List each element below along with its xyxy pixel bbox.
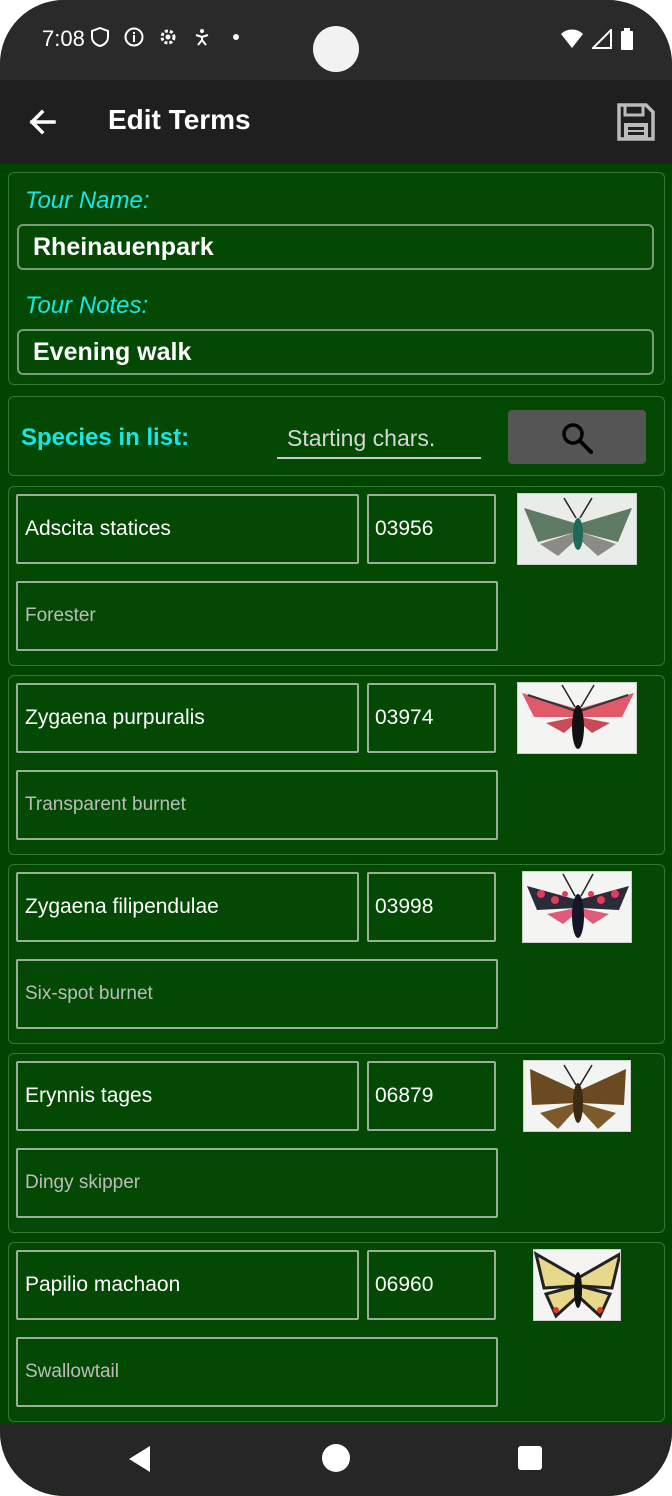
- tour-name-field[interactable]: Rheinauenpark: [17, 224, 654, 270]
- gear-icon: [158, 27, 178, 47]
- shield-icon: [90, 26, 110, 48]
- save-button[interactable]: [616, 102, 656, 142]
- tour-panel: Tour Name: Rheinauenpark Tour Notes: Eve…: [8, 172, 665, 385]
- species-in-list-label: Species in list:: [21, 424, 190, 451]
- status-icons-left: [90, 26, 246, 48]
- triangle-back-icon[interactable]: [126, 1444, 154, 1479]
- species-search-panel: Species in list:: [8, 396, 665, 476]
- species-card: Adscita statices 03956 Forester: [8, 486, 665, 666]
- species-thumbnail[interactable]: [522, 871, 632, 943]
- common-name-field[interactable]: Transparent burnet: [16, 770, 498, 840]
- species-thumbnail[interactable]: [517, 493, 637, 565]
- accessibility-icon: [192, 27, 212, 47]
- camera-cutout: [313, 26, 359, 72]
- square-recents-icon[interactable]: [518, 1446, 542, 1470]
- butterfly-image-icon: [534, 1251, 620, 1319]
- app-screen: 7:08 Edit Terms Tour Name: Rheinauenpark…: [0, 0, 672, 1496]
- moth-image-icon: [522, 684, 634, 749]
- status-time: 7:08: [42, 26, 85, 51]
- search-input[interactable]: [277, 419, 481, 459]
- species-code-field[interactable]: 06879: [367, 1061, 496, 1131]
- wifi-icon: [560, 29, 584, 54]
- species-card: Zygaena purpuralis 03974 Transparent bur…: [8, 675, 665, 855]
- system-nav-bar: [0, 1424, 672, 1496]
- tour-notes-label: Tour Notes:: [25, 292, 149, 319]
- info-icon: [124, 27, 144, 47]
- signal-icon: [590, 27, 612, 54]
- circle-home-icon[interactable]: [322, 1444, 350, 1472]
- moth-image-icon: [527, 873, 629, 938]
- dot-icon: [226, 27, 246, 47]
- battery-icon: [620, 28, 634, 55]
- scientific-name-field[interactable]: Papilio machaon: [16, 1250, 359, 1320]
- floppy-disk-icon: [617, 103, 655, 141]
- butterfly-image-icon: [530, 1064, 626, 1129]
- moth-image-icon: [524, 497, 632, 556]
- species-card: Zygaena filipendulae 03998 Six-spot burn…: [8, 864, 665, 1044]
- species-card: Papilio machaon 06960 Swallowtail: [8, 1242, 665, 1422]
- scientific-name-field[interactable]: Zygaena purpuralis: [16, 683, 359, 753]
- species-thumbnail[interactable]: [533, 1249, 621, 1321]
- arrow-left-icon: [29, 109, 56, 135]
- status-bar: 7:08: [0, 0, 672, 80]
- species-code-field[interactable]: 03974: [367, 683, 496, 753]
- common-name-field[interactable]: Six-spot burnet: [16, 959, 498, 1029]
- species-code-field[interactable]: 06960: [367, 1250, 496, 1320]
- scientific-name-field[interactable]: Erynnis tages: [16, 1061, 359, 1131]
- app-bar: Edit Terms: [0, 80, 672, 164]
- search-button[interactable]: [508, 410, 646, 464]
- search-icon: [562, 423, 593, 454]
- common-name-field[interactable]: Forester: [16, 581, 498, 651]
- species-code-field[interactable]: 03956: [367, 494, 496, 564]
- tour-name-label: Tour Name:: [25, 187, 150, 214]
- common-name-field[interactable]: Dingy skipper: [16, 1148, 498, 1218]
- species-thumbnail[interactable]: [523, 1060, 631, 1132]
- back-button[interactable]: [22, 100, 66, 144]
- scientific-name-field[interactable]: Zygaena filipendulae: [16, 872, 359, 942]
- common-name-field[interactable]: Swallowtail: [16, 1337, 498, 1407]
- species-thumbnail[interactable]: [517, 682, 637, 754]
- scientific-name-field[interactable]: Adscita statices: [16, 494, 359, 564]
- species-code-field[interactable]: 03998: [367, 872, 496, 942]
- tour-notes-field[interactable]: Evening walk: [17, 329, 654, 375]
- species-card: Erynnis tages 06879 Dingy skipper: [8, 1053, 665, 1233]
- page-title: Edit Terms: [108, 104, 251, 135]
- status-icons-right: [560, 27, 634, 55]
